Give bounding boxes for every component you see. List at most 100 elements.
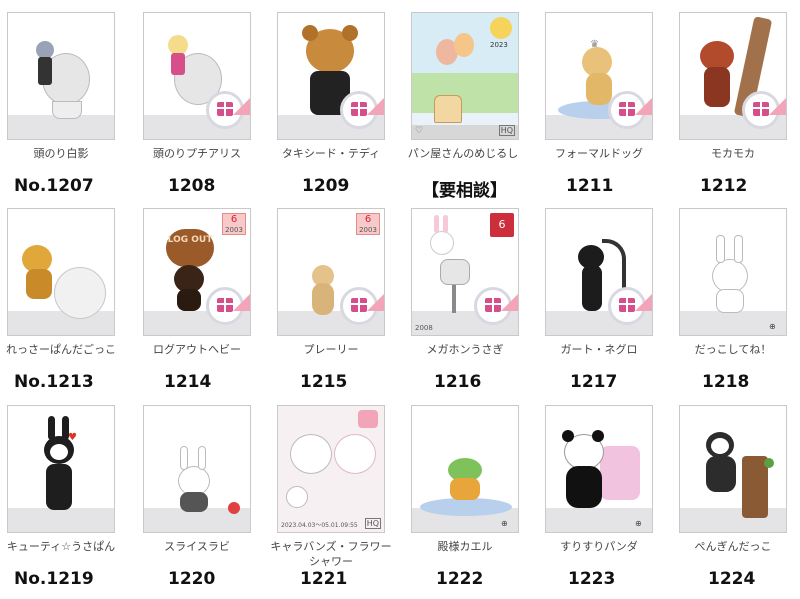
crown-icon: ♛ [590, 39, 599, 50]
item-card[interactable]: ⊕ 殿様カエル 1222 [404, 393, 538, 591]
item-name: プレーリー [303, 343, 359, 356]
item-card[interactable]: ガート・ネグロ 1217 [538, 196, 672, 394]
heart-icon[interactable]: ♡ [415, 126, 423, 136]
cat-head [290, 434, 332, 474]
bread-sign [434, 95, 462, 123]
item-number: 1212 [700, 176, 748, 196]
item-number: 1224 [708, 569, 756, 589]
item-thumbnail[interactable]: 6 2008 [411, 208, 519, 336]
item-thumbnail[interactable] [679, 12, 787, 140]
item-name: フォーマルドッグ [555, 147, 643, 160]
hq-icon[interactable]: HQ [364, 518, 381, 529]
item-card[interactable]: ぺんぎんだっこ 1224 [672, 393, 800, 591]
item-number: No.1213 [14, 372, 94, 392]
balloon [454, 33, 474, 57]
item-name: 殿様カエル [437, 540, 493, 553]
gift-icon [217, 298, 233, 312]
item-number: No.1219 [14, 569, 94, 589]
item-thumbnail[interactable]: ♛ [545, 12, 653, 140]
item-card[interactable]: 6 2003 プレーリー 1215 [270, 196, 404, 394]
cushion [420, 498, 512, 516]
item-thumbnail[interactable]: ⊕ [545, 405, 653, 533]
year-stamp: 2008 [415, 324, 433, 332]
item-thumbnail[interactable]: 6 2003 [277, 208, 385, 336]
item-name: メガホンうさぎ [426, 343, 504, 356]
gift-icon [351, 102, 367, 116]
item-card[interactable]: ♥ キューティ☆うさぱん No.1219 [0, 393, 134, 591]
item-card[interactable]: れっさーぱんだごっこ No.1213 [0, 196, 134, 394]
gift-icon [217, 102, 233, 116]
item-name: キャラバンズ・フラワーシャワー [270, 540, 392, 568]
item-name: ガート・ネグロ [560, 343, 638, 356]
item-thumbnail[interactable] [7, 208, 115, 336]
item-thumbnail[interactable] [545, 208, 653, 336]
zoom-icon[interactable]: ⊕ [501, 519, 515, 529]
item-number: 1211 [566, 176, 614, 196]
item-card[interactable]: タキシード・テディ 1209 [270, 0, 404, 198]
gift-icon [619, 102, 635, 116]
item-card[interactable]: ♛ フォーマルドッグ 1211 [538, 0, 672, 198]
gift-icon [753, 102, 769, 116]
item-card[interactable]: 頭のり白影 No.1207 [0, 0, 134, 198]
item-name: タキシード・テディ [281, 147, 381, 160]
pillow [600, 446, 640, 500]
item-grid: 頭のり白影 No.1207 頭のりプチアリス 1208 タキシード・テディ 12… [0, 0, 800, 599]
item-thumbnail[interactable] [7, 12, 115, 140]
item-name: 頭のりプチアリス [153, 147, 241, 160]
count-tag: 6 2003 [356, 213, 380, 235]
zoom-icon[interactable]: ⊕ [635, 519, 649, 529]
count-tag: 6 2003 [222, 213, 246, 235]
mannequin-torso [440, 259, 470, 285]
item-card[interactable]: 2023.04.03～05.01.09:55 HQ キャラバンズ・フラワーシャワ… [270, 393, 404, 591]
item-thumbnail[interactable] [679, 405, 787, 533]
item-thumbnail[interactable] [143, 12, 251, 140]
sun-icon [490, 17, 512, 39]
count-badge: 6 [490, 213, 514, 237]
character-head [168, 35, 188, 55]
ribbon-icon: ♥ [68, 432, 77, 443]
hq-icon[interactable]: HQ [498, 125, 515, 136]
logout-sign: LOG OUT [166, 229, 214, 267]
item-number: 1220 [168, 569, 216, 589]
snowball [54, 267, 106, 319]
item-thumbnail[interactable] [277, 12, 385, 140]
zoom-icon[interactable]: ⊕ [769, 322, 783, 332]
item-number: 1218 [702, 372, 750, 392]
item-number: 1208 [168, 176, 216, 196]
rabbit-head [430, 231, 454, 255]
item-card[interactable]: スライスラビ 1220 [136, 393, 270, 591]
apple-icon [228, 502, 240, 514]
item-number: 1214 [164, 372, 212, 392]
cat-head [334, 434, 376, 474]
item-thumbnail[interactable]: 2023 ♡ HQ [411, 12, 519, 140]
item-number: 1223 [568, 569, 616, 589]
item-name: モカモカ [711, 147, 755, 160]
item-name: キューティ☆うさぱん [6, 540, 116, 553]
item-number: 1215 [300, 372, 348, 392]
item-thumbnail[interactable] [143, 405, 251, 533]
heart-icon [358, 410, 378, 428]
item-number: 1221 [300, 569, 348, 589]
item-name: すりすりパンダ [560, 540, 638, 553]
item-thumbnail[interactable]: 2023.04.03～05.01.09:55 HQ [277, 405, 385, 533]
item-thumbnail[interactable]: ⊕ [411, 405, 519, 533]
item-thumbnail[interactable]: ⊕ [679, 208, 787, 336]
item-card[interactable]: ⊕ すりすりパンダ 1223 [538, 393, 672, 591]
item-number: No.1207 [14, 176, 94, 196]
item-name: ぺんぎんだっこ [694, 540, 772, 553]
item-name: スライスラビ [164, 540, 230, 553]
item-card[interactable]: ⊕ だっこしてね！ 1218 [672, 196, 800, 394]
item-card[interactable]: LOG OUT 6 2003 ログアウトヘビー 1214 [136, 196, 270, 394]
item-card[interactable]: モカモカ 1212 [672, 0, 800, 198]
item-card[interactable]: 6 2008 メガホンうさぎ 1216 [404, 196, 538, 394]
item-name: 頭のり白影 [33, 147, 89, 160]
date-stamp: 2023.04.03～05.01.09:55 [281, 522, 358, 529]
item-card[interactable]: 2023 ♡ HQ パン屋さんのめじるし 【要相談】 [404, 0, 538, 201]
item-thumbnail[interactable]: LOG OUT 6 2003 [143, 208, 251, 336]
item-thumbnail[interactable]: ♥ [7, 405, 115, 533]
gift-icon [351, 298, 367, 312]
rabbit-head [712, 259, 748, 293]
item-name: パン屋さんのめじるし [407, 147, 519, 160]
item-number: 1216 [434, 372, 482, 392]
item-card[interactable]: 頭のりプチアリス 1208 [136, 0, 270, 198]
